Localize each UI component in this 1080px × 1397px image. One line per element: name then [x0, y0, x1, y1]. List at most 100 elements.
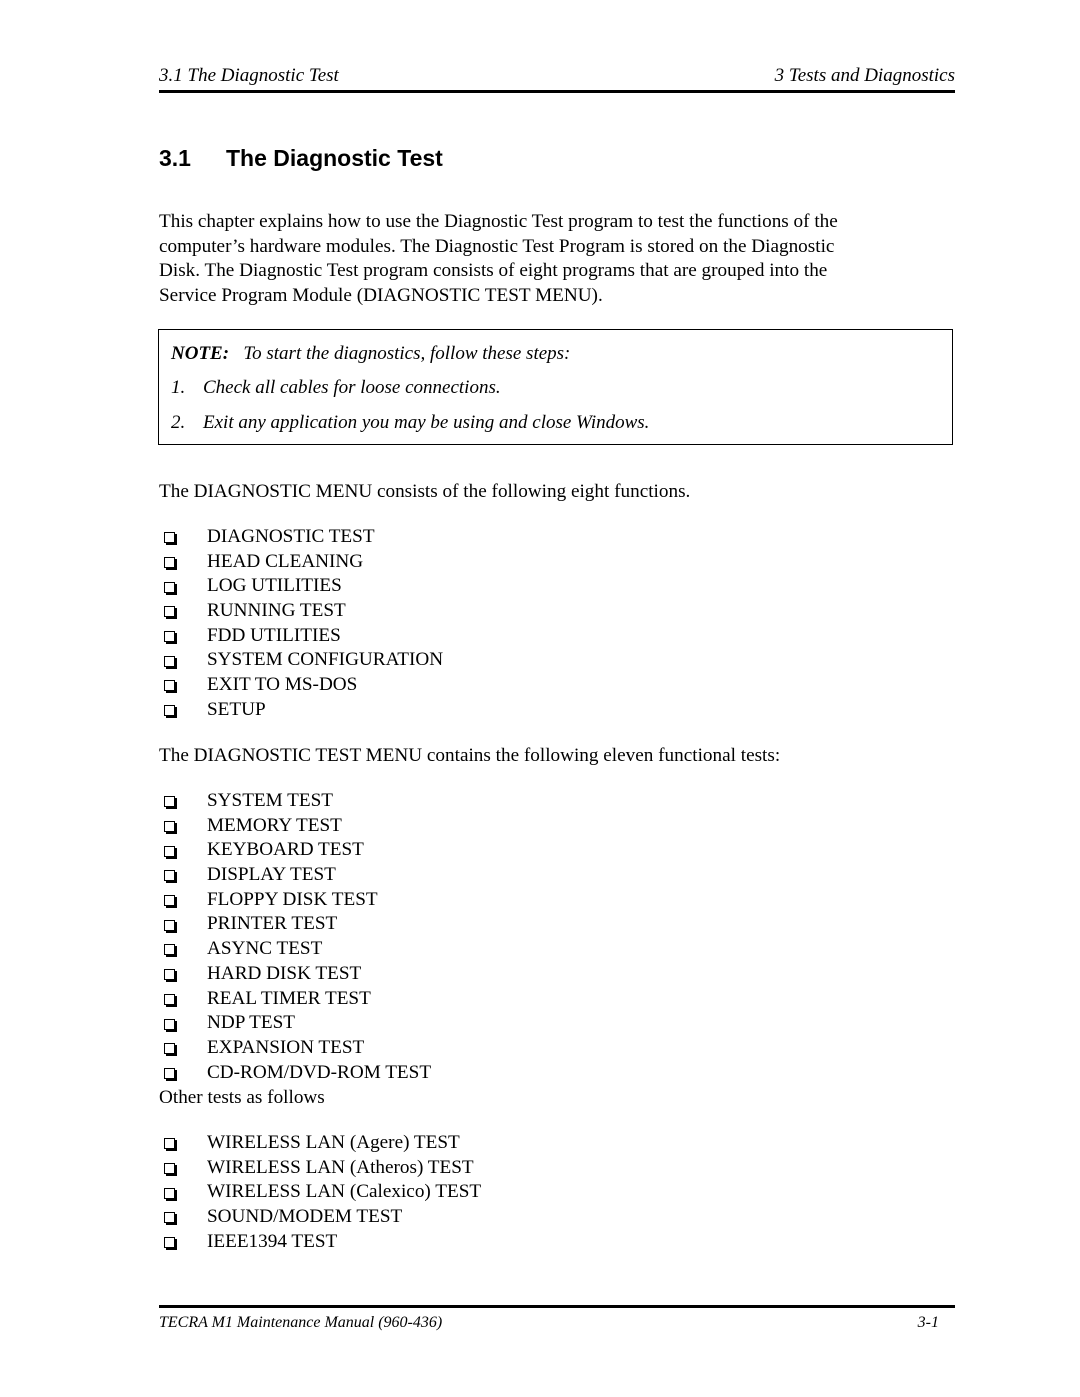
checkbox-bullet-icon [164, 1138, 175, 1150]
intro-line: Disk. The Diagnostic Test program consis… [159, 260, 828, 282]
checkbox-bullet-icon [164, 557, 175, 569]
intro-line: This chapter explains how to use the Dia… [159, 211, 838, 232]
list-item: SYSTEM CONFIGURATION [164, 648, 443, 673]
list-item: REAL TIMER TEST [164, 987, 431, 1012]
checkbox-bullet-icon [164, 919, 175, 931]
list-item: FDD UTILITIES [164, 624, 443, 649]
checkbox-bullet-icon [164, 796, 175, 808]
tests-intro: The DIAGNOSTIC TEST MENU contains the fo… [159, 745, 781, 766]
intro-paragraph: This chapter explains how to use the Dia… [159, 210, 955, 308]
footer-manual-title: TECRA M1 Maintenance Manual (960-436) [159, 1314, 443, 1331]
list-item: IEEE1394 TEST [164, 1230, 481, 1255]
list-item-label: PRINTER TEST [207, 913, 338, 935]
list-item: NDP TEST [164, 1011, 431, 1036]
list-item: EXIT TO MS-DOS [164, 673, 443, 698]
checkbox-bullet-icon [164, 895, 175, 907]
list-item: WIRELESS LAN (Atheros) TEST [164, 1156, 481, 1181]
checkbox-bullet-icon [164, 705, 175, 717]
note-step-text: Check all cables for loose connections. [203, 377, 501, 398]
checkbox-bullet-icon [164, 1043, 175, 1055]
list-item: HARD DISK TEST [164, 962, 431, 987]
list-item: SETUP [164, 698, 443, 723]
page-footer: TECRA M1 Maintenance Manual (960-436) 3-… [159, 1313, 939, 1333]
list-item: WIRELESS LAN (Agere) TEST [164, 1131, 481, 1156]
list-item: DIAGNOSTIC TEST [164, 525, 443, 550]
list-item: EXPANSION TEST [164, 1036, 431, 1061]
checkbox-bullet-icon [164, 631, 175, 643]
list-item-label: SYSTEM TEST [207, 790, 333, 811]
section-heading: 3.1 The Diagnostic Test [159, 143, 443, 173]
checkbox-bullet-icon [164, 993, 175, 1005]
list-item: DISPLAY TEST [164, 863, 431, 888]
list-item-label: EXIT TO MS-DOS [207, 674, 358, 696]
list-item: LOG UTILITIES [164, 574, 443, 599]
list-item-label: HEAD CLEANING [207, 550, 364, 572]
list-item-label: SYSTEM CONFIGURATION [207, 649, 444, 671]
list-item-label: DIAGNOSTIC TEST [207, 526, 375, 547]
checkbox-bullet-icon [164, 1067, 175, 1079]
header-section-title: 3.1 The Diagnostic Test [159, 65, 339, 86]
list-item-label: REAL TIMER TEST [207, 987, 371, 1009]
footer-divider [159, 1305, 955, 1308]
list-item-label: KEYBOARD TEST [207, 839, 364, 861]
checkbox-bullet-icon [164, 606, 175, 618]
list-item: WIRELESS LAN (Calexico) TEST [164, 1180, 481, 1205]
note-step: 1. Check all cables for loose connections… [171, 376, 501, 400]
list-item-label: FLOPPY DISK TEST [207, 888, 378, 910]
other-tests-list: WIRELESS LAN (Agere) TEST WIRELESS LAN (… [164, 1131, 481, 1254]
checkbox-bullet-icon [164, 1018, 175, 1030]
header-chapter-title: 3 Tests and Diagnostics [774, 65, 955, 86]
diagnostic-menu-list: DIAGNOSTIC TEST HEAD CLEANING LOG UTILIT… [164, 525, 443, 723]
note-step-number: 1. [171, 377, 186, 398]
checkbox-bullet-icon [164, 1237, 175, 1249]
list-item-label: LOG UTILITIES [207, 575, 342, 597]
diagnostic-test-list: SYSTEM TEST MEMORY TEST KEYBOARD TEST DI… [164, 789, 431, 1085]
other-tests-intro: Other tests as follows [159, 1087, 325, 1108]
note-heading: NOTE: To start the diagnostics, follow t… [171, 342, 570, 366]
checkbox-bullet-icon [164, 532, 175, 544]
checkbox-bullet-icon [164, 1212, 175, 1224]
list-item-label: CD-ROM/DVD-ROM TEST [207, 1061, 432, 1083]
note-step-text: Exit any application you may be using an… [203, 412, 650, 433]
note-text: To start the diagnostics, follow these s… [243, 343, 571, 364]
list-item: SYSTEM TEST [164, 789, 431, 814]
list-item: MEMORY TEST [164, 814, 431, 839]
list-item-label: EXPANSION TEST [207, 1036, 365, 1058]
page-header: 3.1 The Diagnostic Test 3 Tests and Diag… [159, 64, 955, 88]
list-item-label: WIRELESS LAN (Calexico) TEST [207, 1181, 482, 1203]
list-item-label: WIRELESS LAN (Agere) TEST [207, 1132, 460, 1153]
list-item-label: FDD UTILITIES [207, 624, 341, 646]
list-item-label: SETUP [207, 698, 266, 720]
list-item-label: HARD DISK TEST [207, 962, 362, 984]
list-item-label: WIRELESS LAN (Atheros) TEST [207, 1156, 474, 1178]
list-item-label: NDP TEST [207, 1012, 295, 1034]
checkbox-bullet-icon [164, 870, 175, 882]
list-item: FLOPPY DISK TEST [164, 888, 431, 913]
checkbox-bullet-icon [164, 845, 175, 857]
list-item: SOUND/MODEM TEST [164, 1205, 481, 1230]
menu-intro: The DIAGNOSTIC MENU consists of the foll… [159, 481, 691, 502]
note-step-number: 2. [171, 412, 186, 433]
intro-line: Service Program Module (DIAGNOSTIC TEST … [159, 284, 603, 306]
list-item: CD-ROM/DVD-ROM TEST [164, 1061, 431, 1086]
list-item-label: RUNNING TEST [207, 600, 346, 622]
checkbox-bullet-icon [164, 944, 175, 956]
list-item-label: MEMORY TEST [207, 814, 342, 836]
checkbox-bullet-icon [164, 581, 175, 593]
note-label: NOTE: [171, 343, 230, 364]
list-item-label: DISPLAY TEST [207, 864, 336, 886]
list-item: KEYBOARD TEST [164, 838, 431, 863]
list-item-label: SOUND/MODEM TEST [207, 1206, 403, 1228]
list-item: RUNNING TEST [164, 599, 443, 624]
list-item: ASYNC TEST [164, 937, 431, 962]
checkbox-bullet-icon [164, 1163, 175, 1175]
checkbox-bullet-icon [164, 1187, 175, 1199]
note-box: NOTE: To start the diagnostics, follow t… [158, 329, 953, 445]
list-item-label: ASYNC TEST [207, 938, 323, 960]
note-step: 2. Exit any application you may be using … [171, 411, 649, 435]
header-divider [159, 90, 955, 93]
section-title: The Diagnostic Test [226, 145, 443, 171]
checkbox-bullet-icon [164, 680, 175, 692]
list-item-label: IEEE1394 TEST [207, 1230, 338, 1252]
checkbox-bullet-icon [164, 821, 175, 833]
